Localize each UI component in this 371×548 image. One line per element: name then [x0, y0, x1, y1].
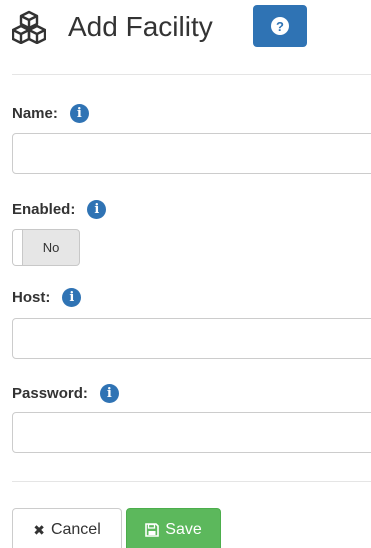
add-facility-form: Add Facility ? Name: i Enabled: i No Hos…: [0, 0, 371, 548]
help-button[interactable]: ?: [253, 5, 307, 47]
name-input[interactable]: [12, 133, 371, 174]
footer-divider: [12, 481, 371, 482]
floppy-disk-icon: [145, 523, 160, 537]
cancel-button[interactable]: ✖ Cancel: [12, 508, 122, 548]
host-label: Host:: [12, 289, 51, 306]
info-icon[interactable]: i: [69, 104, 89, 123]
info-icon[interactable]: i: [62, 288, 82, 307]
name-label: Name:: [12, 105, 58, 122]
enabled-label-row: Enabled: i: [12, 200, 107, 219]
password-label-row: Password: i: [12, 384, 119, 403]
toggle-handle[interactable]: [13, 230, 23, 265]
info-icon[interactable]: i: [99, 384, 119, 403]
host-label-row: Host: i: [12, 288, 82, 307]
close-icon: ✖: [33, 522, 45, 538]
enabled-toggle[interactable]: No: [12, 229, 80, 266]
cubes-icon: [12, 10, 46, 44]
question-icon: ?: [271, 17, 289, 35]
page-header: Add Facility: [12, 4, 213, 50]
password-input[interactable]: [12, 412, 371, 453]
toggle-state-label: No: [42, 240, 60, 255]
save-label: Save: [165, 521, 202, 538]
enabled-label: Enabled:: [12, 201, 76, 218]
header-divider: [12, 74, 371, 75]
info-icon[interactable]: i: [87, 200, 107, 219]
cancel-label: Cancel: [50, 521, 101, 538]
password-label: Password:: [12, 385, 88, 402]
name-label-row: Name: i: [12, 104, 89, 123]
host-input[interactable]: [12, 318, 371, 359]
save-button[interactable]: Save: [126, 508, 221, 548]
page-title: Add Facility: [68, 11, 213, 42]
